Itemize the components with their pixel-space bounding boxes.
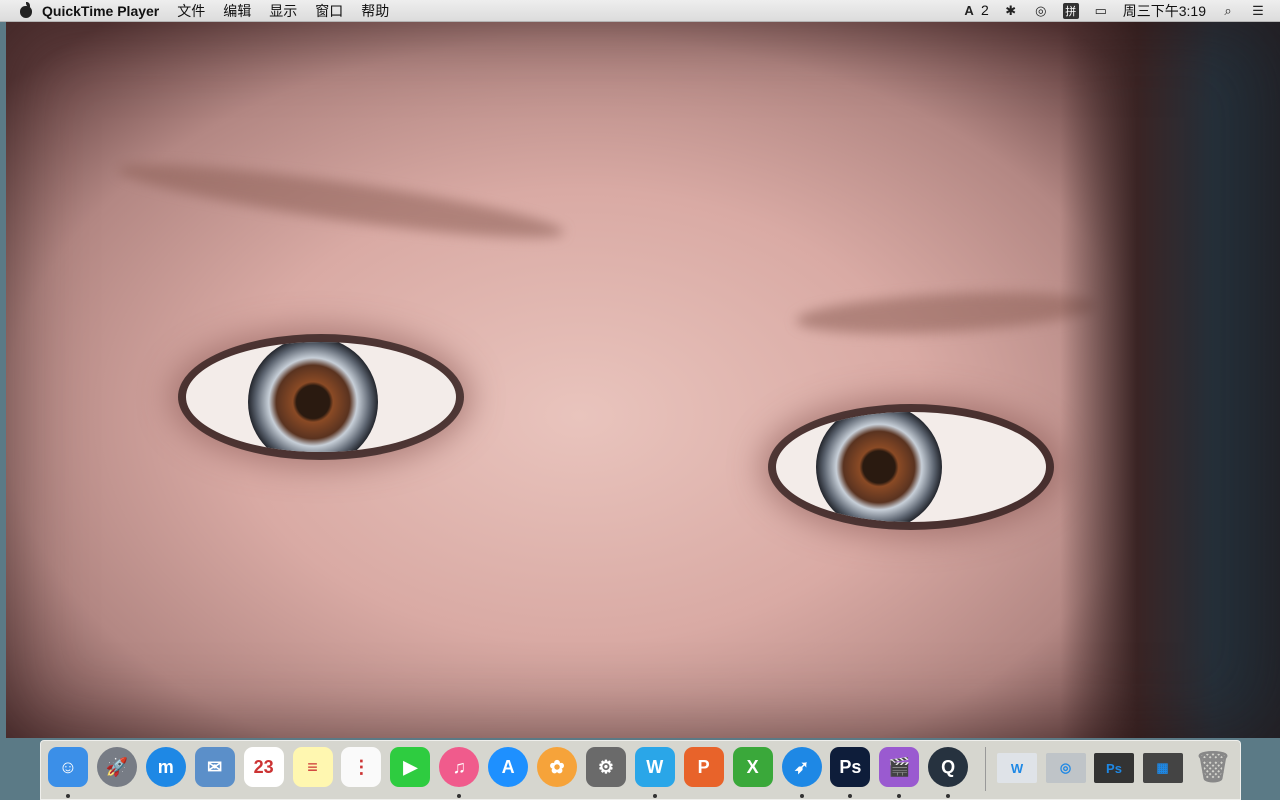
trash-icon: 🗑 bbox=[1193, 750, 1233, 784]
running-indicator bbox=[946, 794, 951, 798]
dock-app-microsoft-word[interactable]: W bbox=[634, 747, 675, 787]
running-indicator bbox=[897, 794, 902, 798]
running-indicator bbox=[652, 794, 657, 798]
app-icon-glyph: 23 bbox=[253, 756, 274, 777]
app-icon-glyph: 🎬 bbox=[888, 756, 911, 777]
wifi-icon[interactable]: ◎ bbox=[1033, 3, 1049, 19]
app-icon-glyph: ♫ bbox=[452, 756, 466, 777]
dock-minimized-window[interactable]: ◎ bbox=[1045, 753, 1086, 783]
app-icon-glyph: Q bbox=[941, 756, 956, 777]
app-icon-glyph: ☺ bbox=[58, 756, 78, 777]
notification-center-icon[interactable]: ☰ bbox=[1250, 3, 1266, 19]
dock-app-final-cut-pro[interactable]: 🎬 bbox=[879, 747, 920, 787]
dock-app-microsoft-excel[interactable]: X bbox=[732, 747, 773, 787]
app-icon-glyph: ⚙ bbox=[597, 756, 614, 777]
dock: ☺ 🚀 m ✉ 23 ≡ ⋮ ▶ ♫ A ✿ ⚙ W P X ➶ Ps 🎬 Q W ◎ Ps ▦ 🗑 bbox=[40, 740, 1241, 800]
input-method-icon[interactable]: 拼 bbox=[1062, 2, 1079, 19]
adobe-status[interactable]: A 2 bbox=[961, 2, 989, 19]
dock-app-facetime[interactable]: ▶ bbox=[390, 747, 431, 787]
dock-app-quicktime-player[interactable]: Q bbox=[928, 747, 969, 787]
apple-menu-icon[interactable] bbox=[18, 1, 36, 20]
menu-edit[interactable]: 编辑 bbox=[214, 1, 260, 21]
dock-app-mail[interactable]: ✉ bbox=[194, 747, 235, 787]
menu-file[interactable]: 文件 bbox=[168, 1, 214, 21]
running-indicator bbox=[457, 794, 462, 798]
app-icon-glyph: ➶ bbox=[793, 756, 810, 777]
app-icon-glyph: m bbox=[157, 756, 174, 777]
window-thumbnail-icon: Ps bbox=[1106, 760, 1122, 776]
window-thumbnail-icon: ◎ bbox=[1059, 760, 1072, 775]
dock-app-photos[interactable]: ✿ bbox=[537, 747, 577, 787]
dock-app-launchpad[interactable]: 🚀 bbox=[96, 747, 137, 787]
dock-app-finder[interactable]: ☺ bbox=[48, 747, 88, 787]
bluetooth-icon[interactable]: ✱ bbox=[1003, 3, 1019, 19]
app-icon-glyph: ⋮ bbox=[352, 756, 371, 777]
adobe-icon: A bbox=[964, 3, 974, 19]
dock-app-itunes[interactable]: ♫ bbox=[439, 747, 480, 787]
app-icon-glyph: P bbox=[697, 756, 710, 777]
dock-minimized-window[interactable]: ▦ bbox=[1142, 753, 1183, 783]
dock-app-app-store[interactable]: A bbox=[488, 747, 529, 787]
window-thumbnail-icon: ▦ bbox=[1156, 760, 1169, 775]
dock-separator bbox=[985, 747, 986, 791]
app-icon-glyph: ▶ bbox=[403, 756, 418, 777]
window-thumbnail-icon: W bbox=[1010, 760, 1024, 776]
adobe-count: 2 bbox=[980, 2, 989, 19]
app-menu[interactable]: QuickTime Player bbox=[36, 3, 168, 19]
battery-icon[interactable]: ▭ bbox=[1093, 3, 1109, 19]
spotlight-search-icon[interactable]: ⌕ bbox=[1220, 3, 1236, 19]
dock-minimized-window[interactable]: Ps bbox=[1094, 753, 1134, 783]
menu-bar: QuickTime Player 文件 编辑 显示 窗口 帮助 A 2 ✱ ◎ … bbox=[0, 0, 1280, 22]
app-icon-glyph: A bbox=[501, 756, 515, 777]
dock-minimized-window[interactable]: W bbox=[997, 753, 1037, 783]
dock-app-system-preferences[interactable]: ⚙ bbox=[585, 747, 626, 787]
menu-window[interactable]: 窗口 bbox=[306, 1, 352, 21]
running-indicator bbox=[66, 794, 70, 798]
app-icon-glyph: ✿ bbox=[549, 756, 565, 777]
video-player[interactable] bbox=[6, 22, 1280, 738]
app-icon-glyph: W bbox=[646, 756, 664, 777]
dock-app-reminders[interactable]: ⋮ bbox=[341, 747, 382, 787]
app-icon-glyph: ✉ bbox=[207, 756, 223, 777]
clock[interactable]: 周三下午3:19 bbox=[1123, 1, 1206, 21]
dock-trash[interactable]: 🗑 bbox=[1193, 747, 1233, 787]
dock-app-microsoft-powerpoint[interactable]: P bbox=[683, 747, 724, 787]
running-indicator bbox=[848, 794, 853, 798]
app-icon-glyph: ≡ bbox=[307, 756, 318, 777]
menu-view[interactable]: 显示 bbox=[260, 1, 306, 21]
app-icon-glyph: Ps bbox=[839, 756, 862, 777]
app-icon-glyph: X bbox=[746, 756, 759, 777]
dock-app-photoshop[interactable]: Ps bbox=[830, 747, 871, 787]
dock-app-safari[interactable]: ➶ bbox=[781, 747, 822, 787]
dock-app-notes[interactable]: ≡ bbox=[292, 747, 333, 787]
vignette bbox=[6, 22, 1280, 738]
running-indicator bbox=[799, 794, 804, 798]
app-icon-glyph: 🚀 bbox=[105, 756, 129, 777]
dock-app-calendar[interactable]: 23 bbox=[243, 747, 284, 787]
dock-app-maxthon[interactable]: m bbox=[145, 747, 186, 787]
menu-help[interactable]: 帮助 bbox=[352, 1, 398, 21]
